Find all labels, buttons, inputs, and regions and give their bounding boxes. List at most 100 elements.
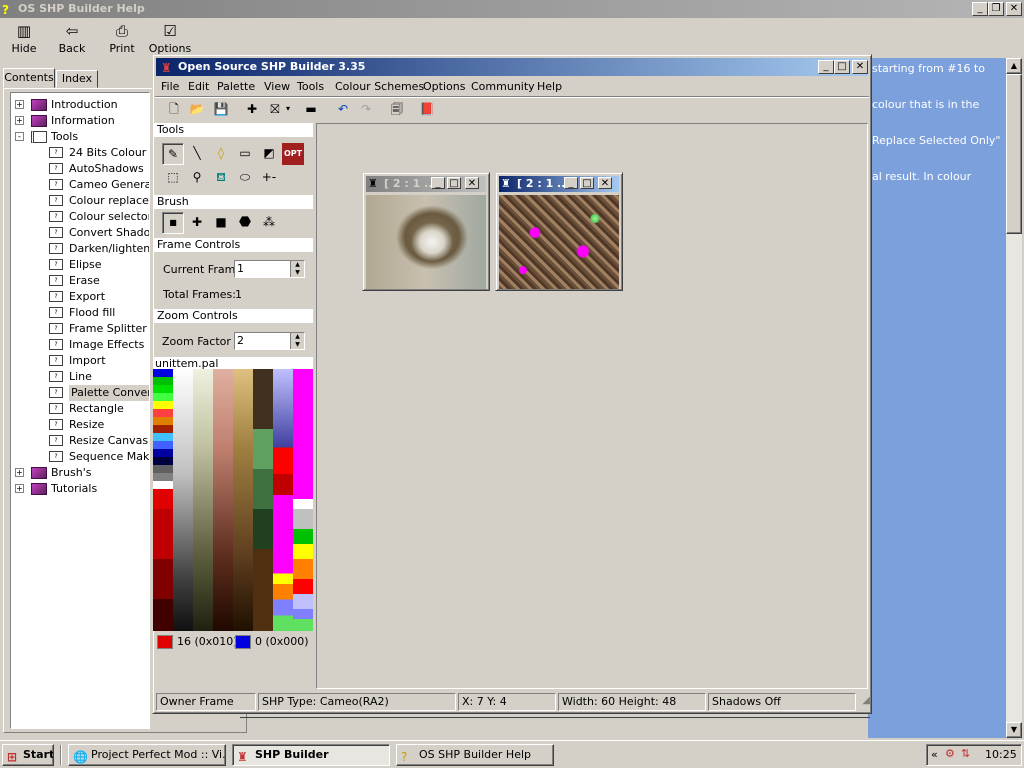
- tree-item[interactable]: ? Cameo Generato: [11, 177, 149, 193]
- palette-column[interactable]: [233, 369, 253, 631]
- taskbar-item-os-shp-builder-help[interactable]: ? OS SHP Builder Help: [396, 744, 554, 766]
- tree-item[interactable]: ? Erase: [11, 273, 149, 289]
- menu-options[interactable]: Options: [423, 79, 465, 95]
- flood-fill-tool[interactable]: ⛾: [210, 167, 232, 189]
- zoom-factor-field[interactable]: 2 ▲ ▼: [234, 332, 305, 350]
- line-tool[interactable]: ╲: [186, 143, 208, 165]
- help-book-button[interactable]: 📕: [417, 99, 437, 119]
- tree-item[interactable]: ? Frame Splitter: [11, 321, 149, 337]
- options-tool[interactable]: OPT: [282, 143, 304, 165]
- grid-dropdown[interactable]: ▾: [283, 99, 293, 119]
- tree-item[interactable]: ? Line: [11, 369, 149, 385]
- preview-button[interactable]: ▬: [301, 99, 321, 119]
- brush-3[interactable]: ■: [210, 212, 232, 234]
- tree-item[interactable]: + Introduction: [11, 97, 149, 113]
- print-button[interactable]: ⎙ Print: [98, 20, 146, 58]
- tray-expand-icon[interactable]: «: [931, 748, 938, 761]
- current-frame-spinner[interactable]: ▲ ▼: [290, 261, 304, 277]
- darken-lighten-tool[interactable]: ◩: [258, 143, 280, 165]
- child-maximize-button[interactable]: □: [447, 177, 461, 189]
- taskbar-item-project-perfect-mod[interactable]: 🌐 Project Perfect Mod :: Vi...: [68, 744, 226, 766]
- palette-column[interactable]: [153, 369, 173, 631]
- shp-maximize-button[interactable]: □: [834, 60, 850, 74]
- zoom-factor-spinner[interactable]: ▲ ▼: [290, 333, 304, 349]
- selection-tool[interactable]: ⬚: [162, 167, 184, 189]
- brush-1[interactable]: ■: [162, 212, 184, 234]
- save-button[interactable]: 💾: [211, 99, 231, 119]
- properties-button[interactable]: 🗐: [387, 99, 407, 119]
- shp-close-button[interactable]: ✕: [852, 60, 868, 74]
- help-window-title-bar[interactable]: ? OS SHP Builder Help: [0, 0, 1024, 18]
- help-restore-button[interactable]: ❐: [988, 2, 1004, 16]
- shp-builder-window[interactable]: ♜ Open Source SHP Builder 3.35 _ □ ✕ Fil…: [152, 54, 872, 714]
- brush-size-tool[interactable]: +-: [258, 167, 280, 189]
- shp-minimize-button[interactable]: _: [818, 60, 834, 74]
- expand-icon[interactable]: +: [15, 116, 24, 125]
- tree-item[interactable]: ? Colour selector: [11, 209, 149, 225]
- child-minimize-button[interactable]: _: [431, 177, 445, 189]
- child-close-button[interactable]: ✕: [465, 177, 479, 189]
- shp-builder-title-bar[interactable]: ♜ Open Source SHP Builder 3.35: [156, 58, 868, 76]
- tree-item[interactable]: ? Export: [11, 289, 149, 305]
- help-close-button[interactable]: ✕: [1006, 2, 1022, 16]
- undo-button[interactable]: ↶: [333, 99, 353, 119]
- help-vertical-scrollbar[interactable]: ▲ ▼: [1006, 58, 1022, 738]
- palette-column[interactable]: [253, 369, 273, 631]
- tab-contents[interactable]: Contents: [3, 68, 55, 88]
- palette-column[interactable]: [173, 369, 193, 631]
- collapse-icon[interactable]: -: [15, 132, 24, 141]
- child-maximize-button[interactable]: □: [580, 177, 594, 189]
- brush-5[interactable]: ⁂: [258, 212, 280, 234]
- menu-community[interactable]: Community: [471, 79, 535, 95]
- menu-view[interactable]: View: [264, 79, 290, 95]
- options-button[interactable]: ☑ Options: [146, 20, 194, 58]
- new-file-button[interactable]: 🗋: [164, 99, 184, 119]
- tree-item[interactable]: ? Elipse: [11, 257, 149, 273]
- tree-item[interactable]: ? Colour replacer: [11, 193, 149, 209]
- shp-child-window-2[interactable]: ♜ [ 2 : 1 ... _ □ ✕: [495, 172, 623, 291]
- tree-item[interactable]: ? Resize: [11, 417, 149, 433]
- tree-item[interactable]: - Tools: [11, 129, 149, 145]
- tree-item[interactable]: ? AutoShadows: [11, 161, 149, 177]
- eraser-tool[interactable]: ◊: [210, 143, 232, 165]
- grid-button[interactable]: ⛝: [265, 99, 285, 119]
- child-close-button[interactable]: ✕: [598, 177, 612, 189]
- tree-item[interactable]: ? Rectangle: [11, 401, 149, 417]
- tree-item[interactable]: ? Image Effects: [11, 337, 149, 353]
- cat-image-converted[interactable]: [499, 195, 619, 289]
- pencil-tool[interactable]: ✎: [162, 143, 184, 165]
- palette-grid[interactable]: [153, 369, 315, 631]
- hide-button[interactable]: ▥ Hide: [0, 20, 48, 58]
- tree-item[interactable]: ? Palette Conversic: [11, 385, 149, 401]
- menu-file[interactable]: File: [161, 79, 179, 95]
- tree-item[interactable]: ? Import: [11, 353, 149, 369]
- start-button[interactable]: ⊞ Start: [2, 744, 54, 766]
- child-minimize-button[interactable]: _: [564, 177, 578, 189]
- help-contents-tree[interactable]: + Introduction + Information - Tools? 24 Bits …: [10, 92, 150, 729]
- right-colour-swatch[interactable]: [235, 635, 251, 649]
- menu-edit[interactable]: Edit: [188, 79, 209, 95]
- tree-item[interactable]: ? Sequence Maker: [11, 449, 149, 465]
- ellipse-tool[interactable]: ⬭: [234, 167, 256, 189]
- tree-item[interactable]: ? 24 Bits Colour Eff: [11, 145, 149, 161]
- safely-remove-icon[interactable]: ⇅: [961, 747, 970, 760]
- scroll-down-button[interactable]: ▼: [1006, 722, 1022, 738]
- expand-icon[interactable]: +: [15, 100, 24, 109]
- back-button[interactable]: ⇦ Back: [48, 20, 96, 58]
- menu-tools[interactable]: Tools: [297, 79, 324, 95]
- tree-item[interactable]: + Brush's: [11, 465, 149, 481]
- tree-item[interactable]: ? Darken/lighten: [11, 241, 149, 257]
- mdi-workspace[interactable]: ♜ [ 2 : 1 ... _ □ ✕ ♜ [ 2 : 1 ... _ □ ✕: [316, 123, 868, 689]
- resize-grip-icon[interactable]: ◢: [856, 695, 870, 709]
- palette-column[interactable]: [213, 369, 233, 631]
- rectangle-tool[interactable]: ▭: [234, 143, 256, 165]
- redo-button[interactable]: ↷: [356, 99, 376, 119]
- brush-4[interactable]: ⬣: [234, 212, 256, 234]
- scroll-thumb[interactable]: [1006, 74, 1022, 234]
- expand-icon[interactable]: +: [15, 468, 24, 477]
- shp-child-window-1[interactable]: ♜ [ 2 : 1 ... _ □ ✕: [362, 172, 490, 291]
- crosshair-button[interactable]: ✚: [242, 99, 262, 119]
- left-colour-swatch[interactable]: [157, 635, 173, 649]
- tree-item[interactable]: ? Resize Canvas: [11, 433, 149, 449]
- colour-picker-tool[interactable]: ⚲: [186, 167, 208, 189]
